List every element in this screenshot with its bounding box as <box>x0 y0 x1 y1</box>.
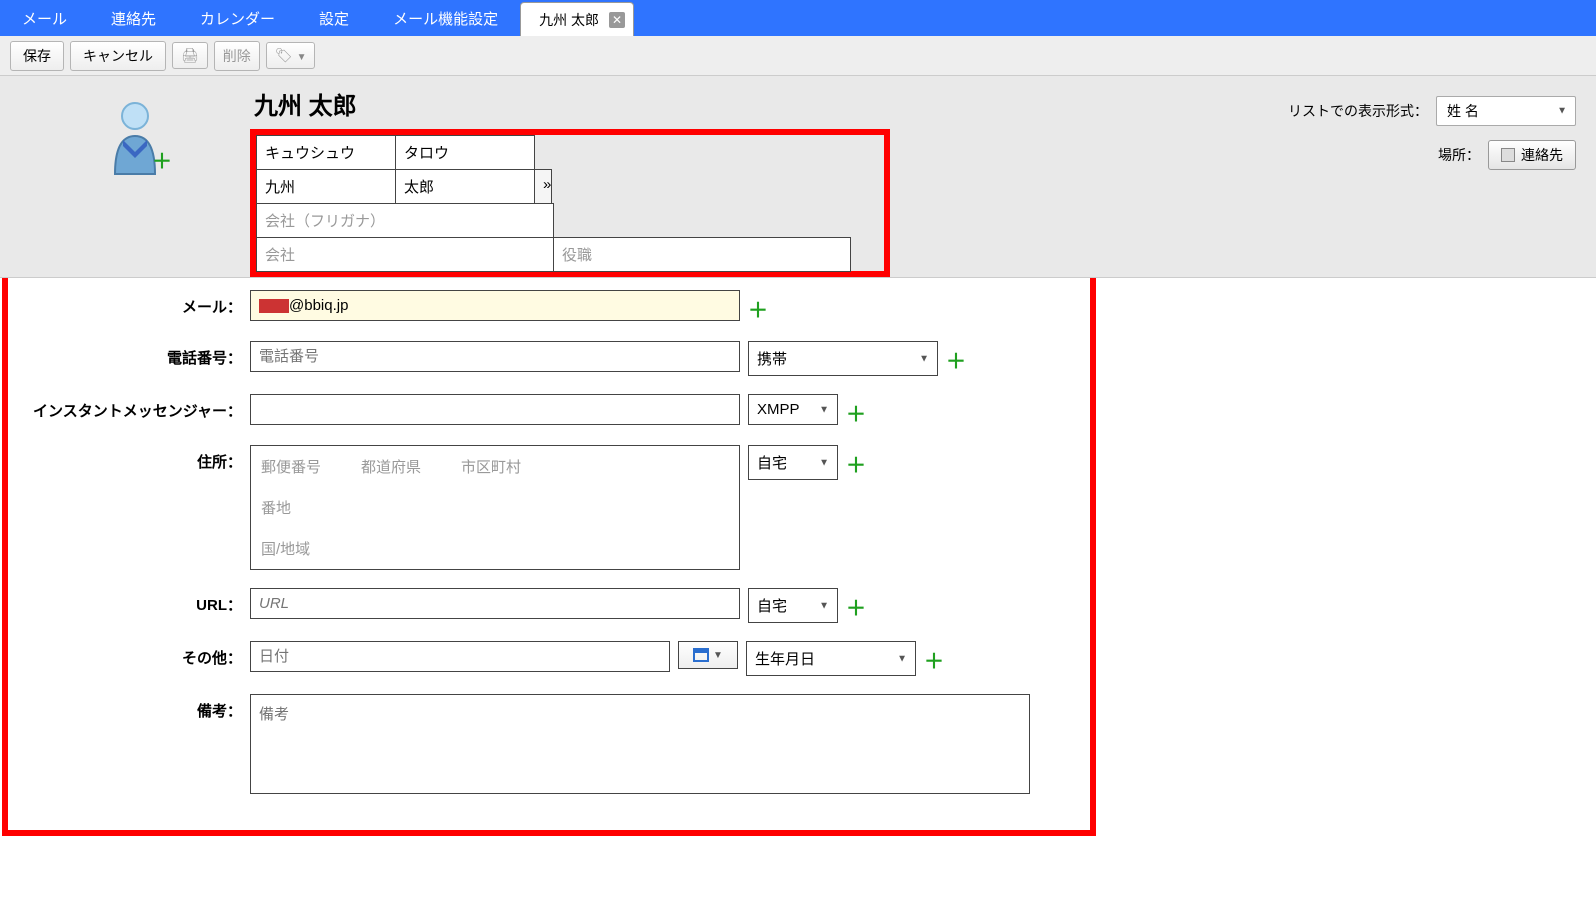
notes-label: 備考： <box>12 694 242 721</box>
im-type-select[interactable]: XMPP ▼ <box>748 394 838 425</box>
addr-country-ph[interactable]: 国/地域 <box>261 538 310 559</box>
add-email-icon[interactable]: ＋ <box>748 290 768 323</box>
save-disk-icon <box>1501 148 1515 162</box>
delete-button[interactable]: 削除 <box>214 41 260 71</box>
list-format-label: リストでの表示形式： <box>1288 101 1428 121</box>
form-fields-highlight: メール： @bbiq.jp ＋ 電話番号： 携帯 ▼ ＋ インスタントメッセンジ… <box>2 278 1096 836</box>
contact-display-name: 九州 太郎 <box>254 86 1216 121</box>
cancel-button[interactable]: キャンセル <box>70 41 166 71</box>
date-picker-button[interactable]: ▼ <box>678 641 738 669</box>
kana-last-input[interactable]: キュウシュウ <box>256 135 396 170</box>
chevron-down-icon: ▼ <box>919 353 929 364</box>
address-type-value: 自宅 <box>757 455 787 472</box>
contact-header: ＋ 九州 太郎 キュウシュウ タロウ 九州 太郎 » 会社（フリガナ） 会社 役… <box>0 76 1596 278</box>
email-value-suffix: @bbiq.jp <box>289 297 348 314</box>
name-fields-highlight: キュウシュウ タロウ 九州 太郎 » 会社（フリガナ） 会社 役職 <box>250 129 890 277</box>
expand-name-button[interactable]: » <box>534 169 552 204</box>
addr-city-ph[interactable]: 市区町村 <box>461 456 521 477</box>
url-label: URL： <box>12 588 242 615</box>
location-button[interactable]: 連絡先 <box>1488 140 1576 170</box>
email-input[interactable]: @bbiq.jp <box>250 290 740 321</box>
notes-input[interactable] <box>250 694 1030 794</box>
url-input[interactable] <box>250 588 740 619</box>
menu-mail-settings[interactable]: メール機能設定 <box>371 0 520 36</box>
add-other-icon[interactable]: ＋ <box>924 641 944 674</box>
im-label: インスタントメッセンジャー： <box>12 394 242 421</box>
menu-mail[interactable]: メール <box>0 0 89 36</box>
list-format-select[interactable]: 姓 名 ▼ <box>1436 96 1576 126</box>
other-type-select[interactable]: 生年月日 ▼ <box>746 641 916 676</box>
company-input[interactable]: 会社 <box>256 237 554 272</box>
add-address-icon[interactable]: ＋ <box>846 445 866 478</box>
chevron-down-icon: ▼ <box>819 404 829 415</box>
chevron-down-icon: ▼ <box>819 457 829 468</box>
redacted-text <box>259 299 289 313</box>
chevron-down-icon: ▼ <box>819 600 829 611</box>
top-menubar: メール 連絡先 カレンダー 設定 メール機能設定 九州 太郎 ✕ <box>0 0 1596 36</box>
url-type-select[interactable]: 自宅 ▼ <box>748 588 838 623</box>
email-label: メール： <box>12 290 242 317</box>
menu-calendar[interactable]: カレンダー <box>178 0 297 36</box>
address-label: 住所： <box>12 445 242 472</box>
add-photo-icon[interactable]: ＋ <box>152 145 172 174</box>
menu-contacts[interactable]: 連絡先 <box>89 0 178 36</box>
list-format-value: 姓 名 <box>1447 103 1479 119</box>
add-im-icon[interactable]: ＋ <box>846 394 866 427</box>
active-tab-label: 九州 太郎 <box>539 10 599 30</box>
other-date-input[interactable] <box>250 641 670 672</box>
close-tab-icon[interactable]: ✕ <box>609 12 625 28</box>
title-input[interactable]: 役職 <box>553 237 851 272</box>
phone-input[interactable] <box>250 341 740 372</box>
add-url-icon[interactable]: ＋ <box>846 588 866 621</box>
addr-pref-ph[interactable]: 都道府県 <box>361 456 421 477</box>
url-type-value: 自宅 <box>757 598 787 615</box>
tag-button[interactable]: 🏷▼ <box>266 42 316 69</box>
tag-icon: 🏷 <box>275 47 293 63</box>
company-kana-input[interactable]: 会社（フリガナ） <box>256 203 554 238</box>
location-label: 場所： <box>1438 145 1480 165</box>
phone-label: 電話番号： <box>12 341 242 368</box>
phone-type-select[interactable]: 携帯 ▼ <box>748 341 938 376</box>
addr-postal-ph[interactable]: 郵便番号 <box>261 456 321 477</box>
toolbar: 保存 キャンセル 🖨 削除 🏷▼ <box>0 36 1596 76</box>
chevron-down-icon: ▼ <box>297 52 307 63</box>
addr-street-ph[interactable]: 番地 <box>261 497 291 518</box>
contact-form: メール： @bbiq.jp ＋ 電話番号： 携帯 ▼ ＋ インスタントメッセンジ… <box>0 278 1596 836</box>
menu-settings[interactable]: 設定 <box>297 0 371 36</box>
chevron-down-icon: ▼ <box>713 650 723 661</box>
name-first-input[interactable]: 太郎 <box>395 169 535 204</box>
name-last-input[interactable]: 九州 <box>256 169 396 204</box>
calendar-icon <box>693 648 709 662</box>
chevron-down-icon: ▼ <box>1557 106 1567 117</box>
location-value: 連絡先 <box>1521 145 1563 165</box>
chevron-down-icon: ▼ <box>897 653 907 664</box>
save-button[interactable]: 保存 <box>10 41 64 71</box>
other-label: その他： <box>12 641 242 668</box>
avatar[interactable]: ＋ <box>100 96 170 176</box>
kana-first-input[interactable]: タロウ <box>395 135 535 170</box>
active-tab[interactable]: 九州 太郎 ✕ <box>520 2 634 36</box>
im-input[interactable] <box>250 394 740 425</box>
address-type-select[interactable]: 自宅 ▼ <box>748 445 838 480</box>
add-phone-icon[interactable]: ＋ <box>946 341 966 374</box>
im-type-value: XMPP <box>757 401 800 418</box>
print-button[interactable]: 🖨 <box>172 42 208 69</box>
print-icon: 🖨 <box>181 47 199 63</box>
address-input-group[interactable]: 郵便番号 都道府県 市区町村 番地 国/地域 <box>250 445 740 570</box>
other-type-value: 生年月日 <box>755 651 815 668</box>
phone-type-value: 携帯 <box>757 351 787 368</box>
